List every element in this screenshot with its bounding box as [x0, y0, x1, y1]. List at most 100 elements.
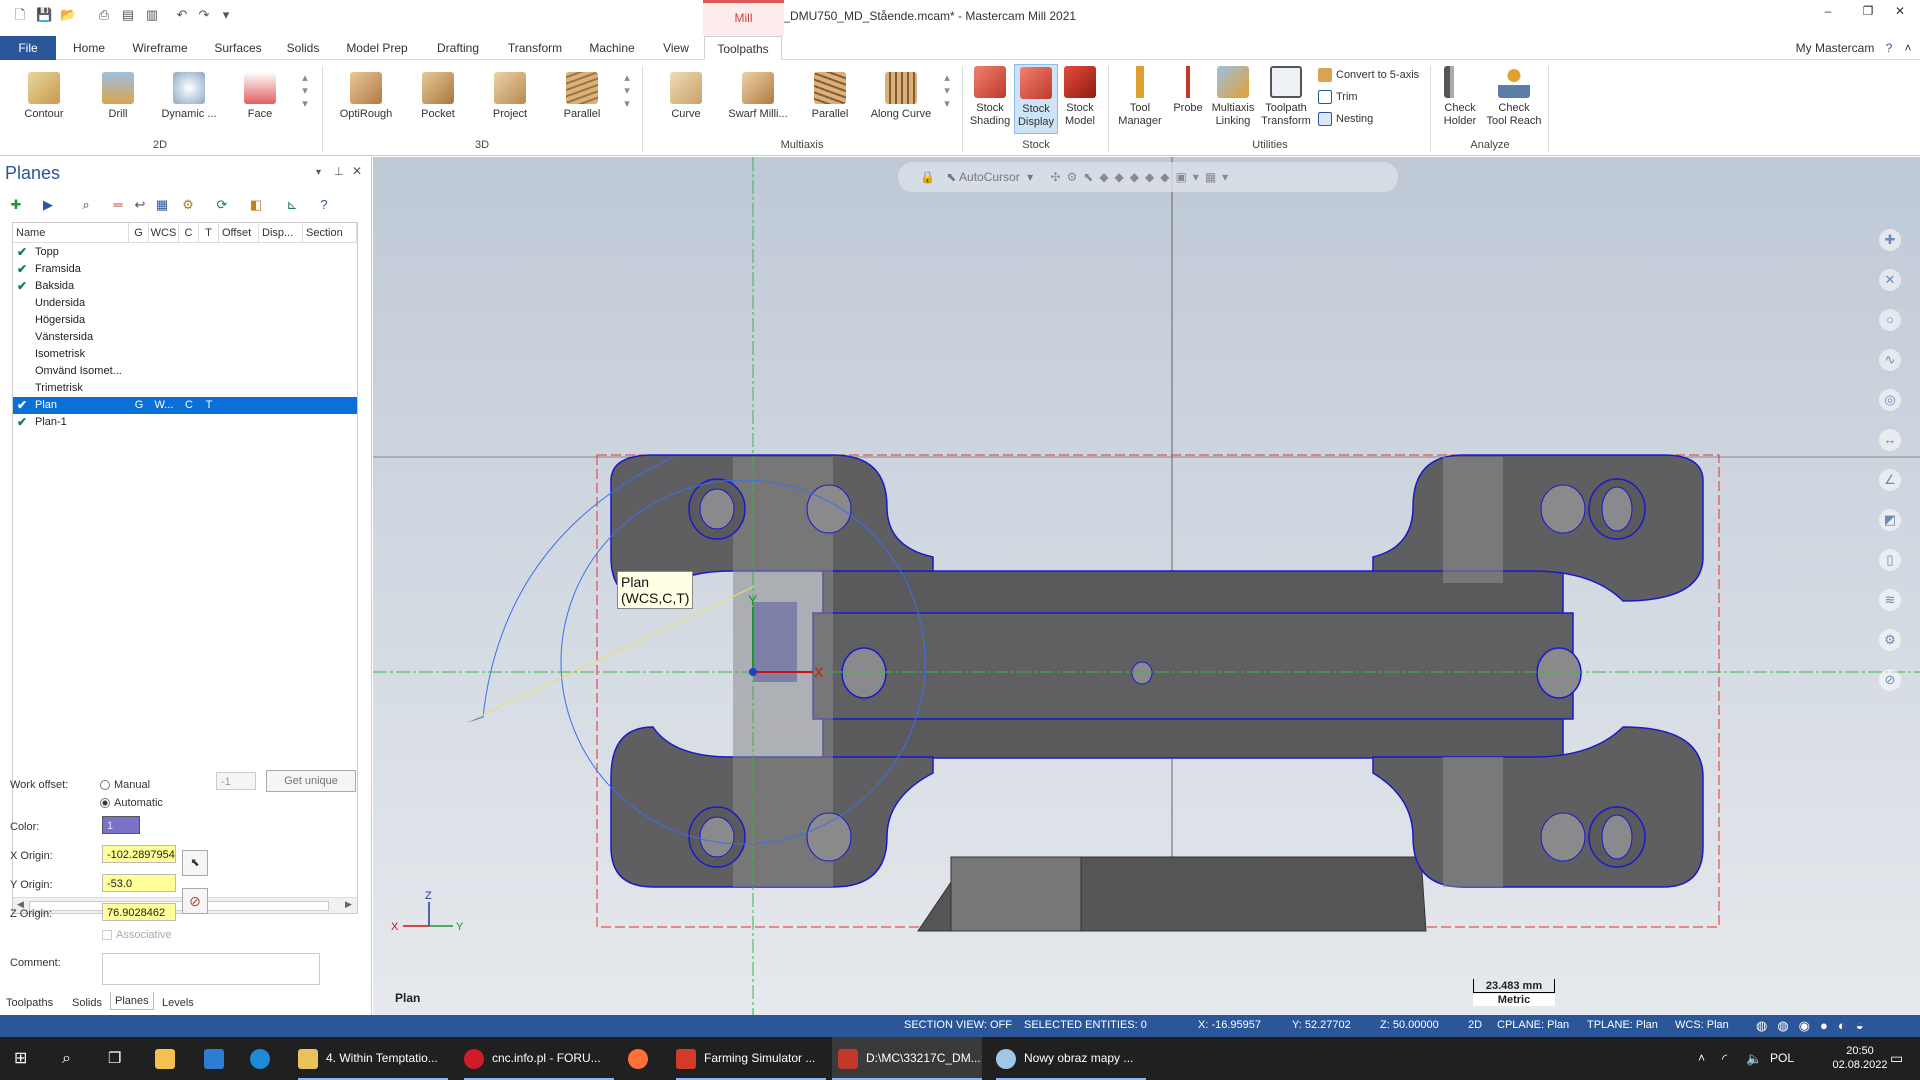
tab-wireframe[interactable]: Wireframe	[126, 36, 194, 60]
file-explorer-icon[interactable]	[155, 1037, 183, 1080]
table-row[interactable]: Isometrisk	[13, 346, 357, 363]
layers-icon[interactable]: ≋	[1879, 589, 1901, 611]
table-row[interactable]: Högersida	[13, 312, 357, 329]
tab-planes-manager[interactable]: Planes	[110, 992, 154, 1010]
taskbar-app-mastercam[interactable]: D:\MC\33217C_DM...	[832, 1037, 982, 1080]
color-swatch[interactable]: 1	[102, 816, 140, 834]
select-origin-button[interactable]: ⬉	[182, 850, 208, 876]
column-header-offset[interactable]: Offset	[219, 223, 259, 243]
scroll-thumb[interactable]	[29, 901, 329, 911]
column-header-g[interactable]: G	[129, 223, 149, 243]
table-row[interactable]: ✔ Plan G W... C T	[13, 397, 357, 414]
visible-check-icon[interactable]: ✔	[17, 397, 27, 414]
notifications-icon[interactable]: ▭	[1890, 1037, 1903, 1080]
swarf-milling-button[interactable]: Swarf Milli...	[724, 72, 792, 121]
parallel-multiaxis-button[interactable]: Parallel	[800, 72, 860, 121]
visible-check-icon[interactable]: ✔	[17, 278, 27, 295]
taskbar-app-farming-simulator[interactable]: Farming Simulator ...	[676, 1037, 826, 1080]
equals-icon[interactable]: ═	[110, 197, 126, 213]
column-header-wcs[interactable]: WCS	[149, 223, 179, 243]
table-row[interactable]: Trimetrisk	[13, 380, 357, 397]
task-view-icon[interactable]: ❐	[108, 1037, 121, 1080]
comment-textarea[interactable]	[102, 953, 320, 985]
tab-toolpaths[interactable]: Toolpaths	[704, 36, 782, 60]
pin-icon[interactable]: ⊥	[334, 165, 344, 178]
tab-solids-manager[interactable]: Solids	[72, 994, 102, 1012]
graphics-viewport[interactable]: X Y Z X Y 🔒 ⬉ AutoCursor ▾ ✣⚙⬉◆◆◆◆◆▣▾▦▾ …	[373, 157, 1920, 1015]
column-header-t[interactable]: T	[199, 223, 219, 243]
taskbar-app-opera[interactable]: cnc.info.pl - FORU...	[464, 1037, 614, 1080]
dimension-icon[interactable]: ↔	[1879, 429, 1901, 451]
ruler-icon[interactable]: ▯	[1879, 549, 1901, 571]
face-button[interactable]: Face	[232, 72, 288, 121]
autocursor-label[interactable]: AutoCursor	[959, 170, 1020, 184]
panel-menu-icon[interactable]: ▾	[316, 167, 321, 178]
tab-levels-manager[interactable]: Levels	[162, 994, 194, 1012]
parallel-3d-button[interactable]: Parallel	[552, 72, 612, 121]
column-header-name[interactable]: Name	[13, 223, 129, 243]
panel-close-icon[interactable]: ✕	[352, 164, 362, 178]
cube-icon[interactable]: ◧	[248, 197, 264, 213]
y-origin-input[interactable]: -53.0	[102, 874, 176, 892]
cancel-origin-button[interactable]: ⊘	[182, 888, 208, 914]
minimize-button[interactable]: –	[1808, 4, 1848, 26]
row-c-cell[interactable]: C	[179, 397, 199, 414]
taskbar-app-within-temptation[interactable]: 4. Within Temptatio...	[298, 1037, 448, 1080]
table-row[interactable]: ✔ Baksida	[13, 278, 357, 295]
row-g-cell[interactable]: G	[129, 397, 149, 414]
multiaxis-linking-button[interactable]: Multiaxis Linking	[1208, 66, 1258, 128]
table-row[interactable]: Undersida	[13, 295, 357, 312]
mode-2d-3d[interactable]: 2D	[1468, 1019, 1482, 1031]
settings-tool-icon[interactable]: ⚙	[1879, 629, 1901, 651]
wcs-status[interactable]: WCS: Plan	[1675, 1019, 1729, 1031]
convert-to-5-axis-button[interactable]: Convert to 5-axis	[1318, 66, 1419, 84]
x-origin-input[interactable]: -102.2897954	[102, 845, 176, 863]
close-button[interactable]: ✕	[1880, 4, 1920, 26]
tab-home[interactable]: Home	[66, 36, 112, 60]
reset-icon[interactable]: ↩	[132, 197, 148, 213]
measure-icon[interactable]: ✕	[1879, 269, 1901, 291]
skype-icon[interactable]	[250, 1037, 278, 1080]
tray-chevron-icon[interactable]: ˄	[1698, 1037, 1705, 1080]
tab-toolpaths-manager[interactable]: Toolpaths	[6, 994, 53, 1012]
section-view-status[interactable]: SECTION VIEW: OFF	[904, 1019, 1012, 1031]
selected-entities-status[interactable]: SELECTED ENTITIES: 0	[1024, 1019, 1147, 1031]
table-row[interactable]: Omvänd Isomet...	[13, 363, 357, 380]
my-mastercam-link[interactable]: My Mastercam	[1790, 36, 1880, 60]
gallery-scroll-2d[interactable]: ▴ ▾ ▾	[298, 72, 312, 111]
project-button[interactable]: Project	[480, 72, 540, 121]
tab-solids[interactable]: Solids	[282, 36, 324, 60]
scroll-right-icon[interactable]: ▶	[345, 899, 352, 910]
table-row[interactable]: ✔ Topp	[13, 244, 357, 261]
work-offset-input[interactable]: -1	[216, 772, 256, 790]
angle-icon[interactable]: ∠	[1879, 469, 1901, 491]
clock[interactable]: 20:50 02.08.2022	[1830, 1044, 1890, 1072]
search-icon[interactable]: ⌕	[62, 1037, 71, 1080]
along-curve-button[interactable]: Along Curve	[866, 72, 936, 121]
visible-check-icon[interactable]: ✔	[17, 261, 27, 278]
curve-tool-icon[interactable]: ∿	[1879, 349, 1901, 371]
help-circle-icon[interactable]: ?	[316, 197, 332, 213]
row-t-cell[interactable]: T	[199, 397, 219, 414]
cplane-status[interactable]: CPLANE: Plan	[1497, 1019, 1569, 1031]
gallery-scroll-multiaxis[interactable]: ▴ ▾ ▾	[940, 72, 954, 111]
tab-drafting[interactable]: Drafting	[428, 36, 488, 60]
stock-shading-button[interactable]: Stock Shading	[966, 66, 1014, 128]
drill-button[interactable]: Drill	[88, 72, 148, 121]
tab-surfaces[interactable]: Surfaces	[208, 36, 268, 60]
optirough-button[interactable]: OptiRough	[334, 72, 398, 121]
table-row[interactable]: Vänstersida	[13, 329, 357, 346]
tab-model-prep[interactable]: Model Prep	[340, 36, 414, 60]
tab-machine[interactable]: Machine	[582, 36, 642, 60]
axes-icon[interactable]: ⊾	[284, 197, 300, 213]
start-icon[interactable]: ⊞	[14, 1037, 27, 1080]
list-icon[interactable]: ▦	[154, 197, 170, 213]
row-wcs-cell[interactable]: W...	[149, 397, 179, 414]
contour-button[interactable]: Contour	[14, 72, 74, 121]
volume-icon[interactable]: 🔈	[1746, 1037, 1762, 1080]
plane-from-icon[interactable]: ▶	[40, 197, 56, 213]
stock-model-button[interactable]: Stock Model	[1058, 66, 1102, 128]
cancel-tool-icon[interactable]: ⊘	[1879, 669, 1901, 691]
automatic-radio[interactable]: Automatic	[100, 797, 163, 809]
table-row[interactable]: ✔ Plan-1	[13, 414, 357, 431]
